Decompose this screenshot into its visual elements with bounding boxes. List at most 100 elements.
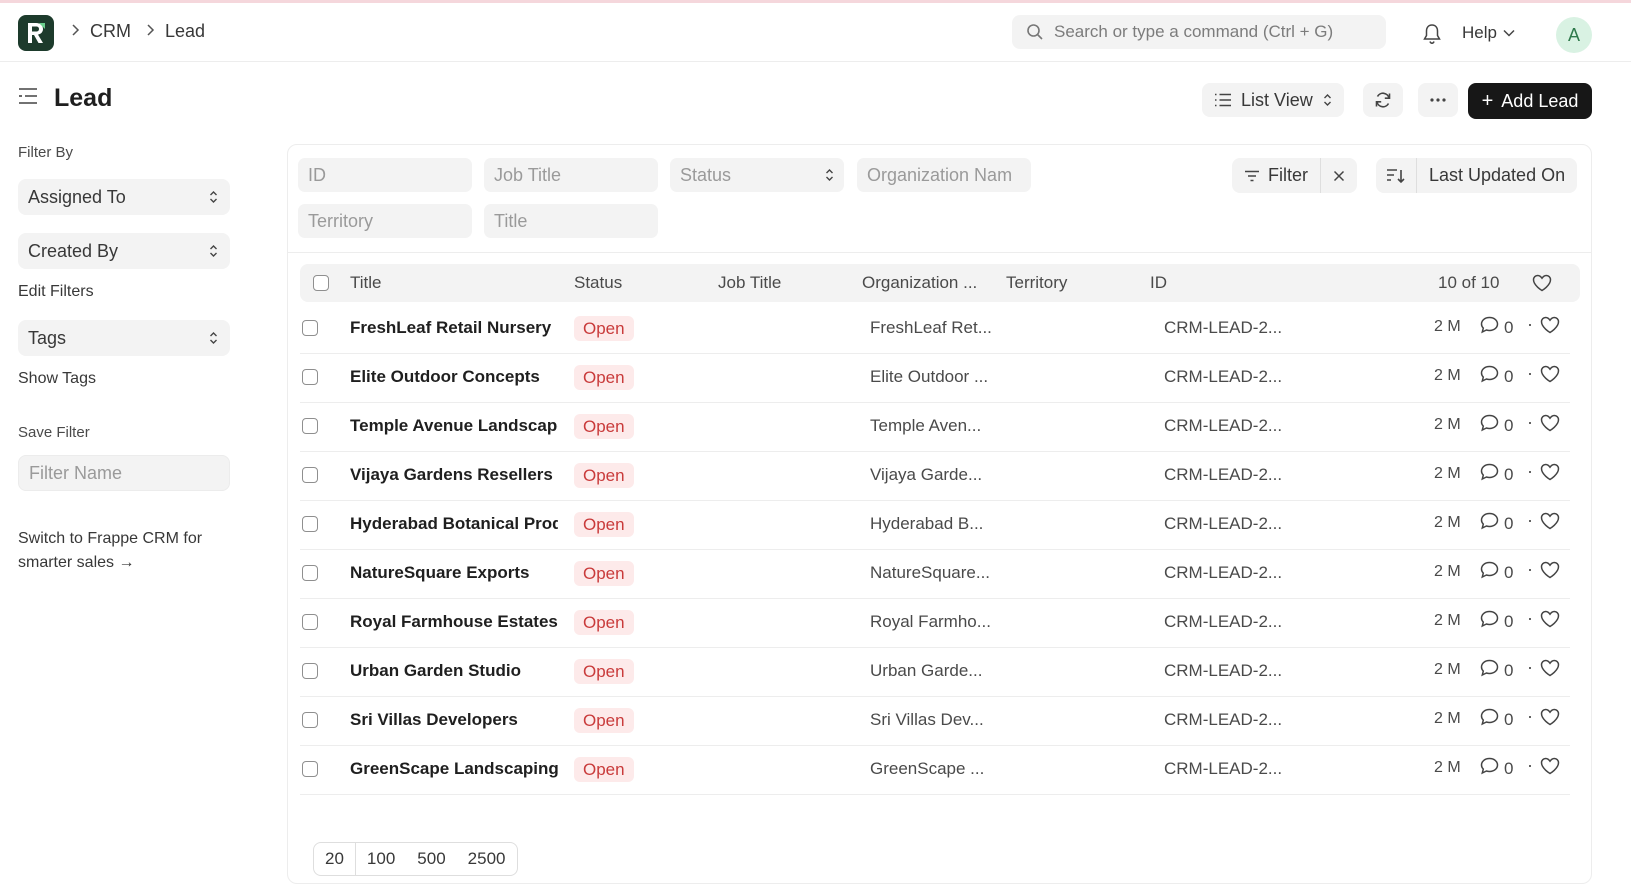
- app-logo[interactable]: [18, 15, 54, 51]
- lead-title[interactable]: Elite Outdoor Concepts: [350, 367, 558, 387]
- table-row[interactable]: Elite Outdoor Concepts Open Elite Outdoor …: [300, 352, 1570, 403]
- table-row[interactable]: Temple Avenue Landscape Open Temple Aven..…: [300, 401, 1570, 452]
- heart-icon[interactable]: [1540, 463, 1560, 486]
- filter-name-input[interactable]: Filter Name: [18, 455, 230, 491]
- comment-count[interactable]: 0: [1480, 512, 1513, 535]
- table-row[interactable]: NatureSquare Exports Open NatureSquare... C…: [300, 548, 1570, 599]
- more-options-button[interactable]: [1418, 83, 1458, 117]
- table-row[interactable]: Vijaya Gardens Resellers Open Vijaya Garde…: [300, 450, 1570, 501]
- comment-count[interactable]: 0: [1480, 708, 1513, 731]
- lead-title[interactable]: Royal Farmhouse Estates: [350, 612, 558, 632]
- table-row[interactable]: Royal Farmhouse Estates Open Royal Farmho.…: [300, 597, 1570, 648]
- help-menu[interactable]: Help: [1462, 23, 1515, 43]
- created-by-select[interactable]: Created By: [18, 233, 230, 269]
- edit-filters-link[interactable]: Edit Filters: [18, 283, 230, 301]
- comment-count[interactable]: 0: [1480, 610, 1513, 633]
- row-checkbox[interactable]: [302, 320, 318, 336]
- separator-dot: ·: [1527, 314, 1533, 334]
- search-icon: [1027, 24, 1043, 40]
- view-switcher[interactable]: List View: [1202, 83, 1344, 117]
- heart-icon[interactable]: [1540, 659, 1560, 682]
- avatar[interactable]: A: [1556, 17, 1592, 53]
- table-row[interactable]: Sri Villas Developers Open Sri Villas Dev.…: [300, 695, 1570, 746]
- assigned-to-select[interactable]: Assigned To: [18, 179, 230, 215]
- comment-count[interactable]: 0: [1480, 463, 1513, 486]
- row-checkbox[interactable]: [302, 663, 318, 679]
- table-row[interactable]: GreenScape Landscaping Open GreenScape ...…: [300, 744, 1570, 795]
- refresh-icon: [1375, 92, 1391, 108]
- id-cell: CRM-LEAD-2...: [1164, 661, 1283, 680]
- switch-to-frappe-crm-link[interactable]: Switch to Frappe CRM for smarter sales →: [18, 527, 230, 575]
- breadcrumb: CRM Lead: [70, 21, 219, 42]
- heart-icon[interactable]: [1532, 274, 1552, 297]
- job-title-filter-input[interactable]: Job Title: [484, 158, 658, 192]
- page-size-option[interactable]: 20: [314, 843, 356, 875]
- heart-icon[interactable]: [1540, 757, 1560, 780]
- table-row[interactable]: Urban Garden Studio Open Urban Garde... CRM…: [300, 646, 1570, 697]
- comment-count-value: 0: [1504, 513, 1514, 533]
- status-filter-placeholder: Status: [680, 164, 732, 185]
- search-bar[interactable]: Search or type a command (Ctrl + G): [1012, 15, 1386, 49]
- table-row[interactable]: FreshLeaf Retail Nursery Open FreshLeaf Re…: [300, 303, 1570, 354]
- sidebar-toggle-icon[interactable]: [18, 87, 38, 110]
- lead-title[interactable]: Sri Villas Developers: [350, 710, 558, 730]
- filter-button[interactable]: Filter: [1232, 158, 1320, 193]
- comment-count[interactable]: 0: [1480, 316, 1513, 339]
- breadcrumb-lead[interactable]: Lead: [165, 21, 205, 42]
- page-size-option[interactable]: 100: [356, 843, 406, 875]
- title-filter-placeholder: Title: [494, 210, 528, 231]
- heart-icon[interactable]: [1540, 561, 1560, 584]
- lead-title[interactable]: GreenScape Landscaping: [350, 759, 558, 779]
- id-filter-input[interactable]: ID: [298, 158, 472, 192]
- sort-icon: [1387, 168, 1405, 183]
- page-size-option[interactable]: 2500: [457, 843, 517, 875]
- row-checkbox[interactable]: [302, 516, 318, 532]
- row-checkbox[interactable]: [302, 467, 318, 483]
- heart-icon[interactable]: [1540, 512, 1560, 535]
- row-checkbox[interactable]: [302, 369, 318, 385]
- title-filter-input[interactable]: Title: [484, 204, 658, 238]
- show-tags-link[interactable]: Show Tags: [18, 370, 230, 388]
- clear-filter-button[interactable]: [1320, 158, 1357, 193]
- heart-icon[interactable]: [1540, 316, 1560, 339]
- notification-bell-icon[interactable]: [1422, 23, 1442, 50]
- lead-title[interactable]: Temple Avenue Landscape: [350, 416, 558, 436]
- select-all-checkbox[interactable]: [313, 275, 329, 291]
- table-row[interactable]: Hyderabad Botanical Products Open Hyderaba…: [300, 499, 1570, 550]
- comment-count-value: 0: [1504, 709, 1514, 729]
- refresh-button[interactable]: [1363, 83, 1403, 117]
- filter-icon: [1245, 170, 1259, 181]
- tags-select[interactable]: Tags: [18, 320, 230, 356]
- sort-direction-button[interactable]: [1376, 158, 1417, 193]
- lead-title[interactable]: Vijaya Gardens Resellers: [350, 465, 558, 485]
- row-checkbox[interactable]: [302, 418, 318, 434]
- sort-field-button[interactable]: Last Updated On: [1417, 158, 1577, 193]
- heart-icon[interactable]: [1540, 365, 1560, 388]
- comment-count[interactable]: 0: [1480, 659, 1513, 682]
- comment-count[interactable]: 0: [1480, 414, 1513, 437]
- add-lead-button[interactable]: + Add Lead: [1468, 83, 1592, 119]
- comment-count[interactable]: 0: [1480, 757, 1513, 780]
- id-cell: CRM-LEAD-2...: [1164, 416, 1283, 435]
- row-checkbox[interactable]: [302, 614, 318, 630]
- status-filter-select[interactable]: Status: [670, 158, 844, 192]
- lead-title[interactable]: FreshLeaf Retail Nursery: [350, 318, 558, 338]
- lead-title[interactable]: Urban Garden Studio: [350, 661, 558, 681]
- organization-cell: Urban Garde...: [870, 661, 983, 680]
- heart-icon[interactable]: [1540, 708, 1560, 731]
- breadcrumb-crm[interactable]: CRM: [90, 21, 131, 42]
- lead-title[interactable]: NatureSquare Exports: [350, 563, 558, 583]
- row-checkbox[interactable]: [302, 761, 318, 777]
- heart-icon[interactable]: [1540, 414, 1560, 437]
- organization-filter-input[interactable]: Organization Nam: [857, 158, 1031, 192]
- heart-icon[interactable]: [1540, 610, 1560, 633]
- territory-filter-input[interactable]: Territory: [298, 204, 472, 238]
- row-checkbox[interactable]: [302, 712, 318, 728]
- row-checkbox[interactable]: [302, 565, 318, 581]
- comment-count[interactable]: 0: [1480, 365, 1513, 388]
- id-cell: CRM-LEAD-2...: [1164, 710, 1283, 729]
- lead-title[interactable]: Hyderabad Botanical Products: [350, 514, 558, 534]
- comment-count[interactable]: 0: [1480, 561, 1513, 584]
- id-cell: CRM-LEAD-2...: [1164, 367, 1283, 386]
- page-size-option[interactable]: 500: [406, 843, 456, 875]
